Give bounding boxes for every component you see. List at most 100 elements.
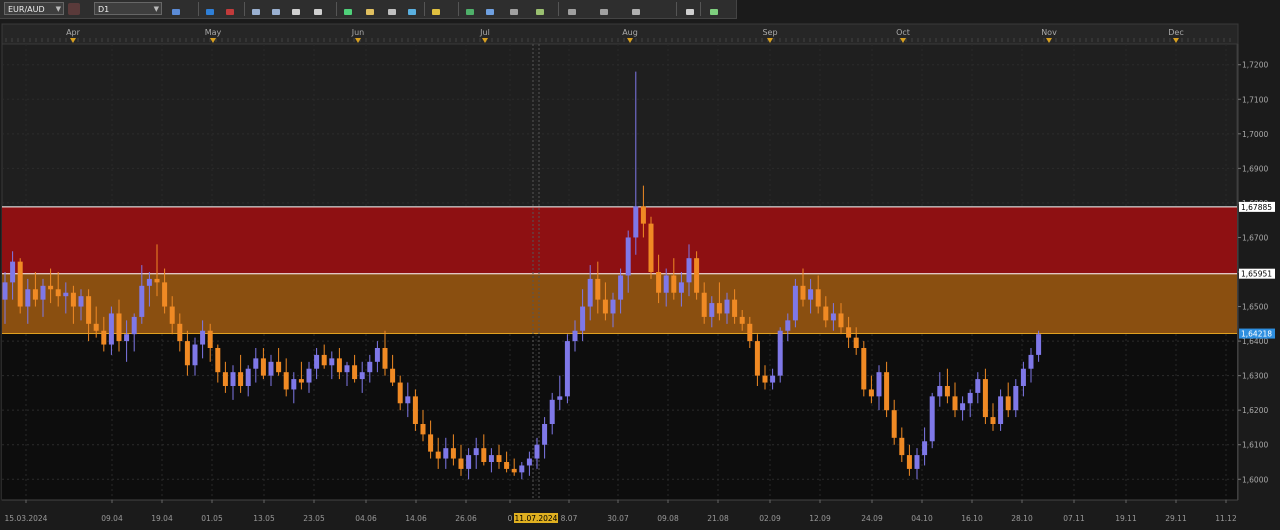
x-tick-label: 12.09 <box>809 514 831 523</box>
toolbar-separator <box>558 2 559 16</box>
candle-body <box>975 379 981 393</box>
link-icon[interactable] <box>68 3 80 15</box>
globe-icon[interactable] <box>406 3 418 15</box>
candle-body <box>838 313 844 328</box>
x-tick-label: 15.03.2024 <box>5 514 48 523</box>
candle-body <box>876 372 882 397</box>
candle-body <box>306 368 312 383</box>
candle-body <box>230 372 236 386</box>
candle-body <box>1036 334 1042 355</box>
y-tick-label: 1,6500 <box>1242 303 1268 312</box>
month-label: Jul <box>479 28 490 37</box>
candle-body <box>922 441 928 456</box>
channel-icon[interactable] <box>534 3 546 15</box>
timeframe-select[interactable]: D1 ▼ <box>94 2 162 15</box>
candle-body <box>314 354 320 369</box>
candle-body <box>762 375 768 383</box>
candle-body <box>382 348 388 369</box>
chart-type-icon[interactable] <box>170 3 182 15</box>
candle-body <box>808 289 814 300</box>
candle-body <box>1005 396 1011 411</box>
candle-body <box>207 330 213 348</box>
candle-body <box>70 292 76 307</box>
eraser-icon[interactable] <box>684 3 696 15</box>
x-tick-label: 19.04 <box>151 514 173 523</box>
candle-body <box>891 410 897 438</box>
x-tick-label: 26.06 <box>455 514 477 523</box>
x-tick-label: 21.08 <box>707 514 729 523</box>
candle-body <box>899 437 905 456</box>
point-icon[interactable] <box>312 3 324 15</box>
candle-body <box>184 341 190 366</box>
x-tick-label: 02.09 <box>759 514 781 523</box>
grid-dots-icon[interactable] <box>708 3 720 15</box>
candle-body <box>580 306 586 331</box>
candle-body <box>428 434 434 452</box>
candle-body <box>884 372 890 411</box>
candle-body <box>344 365 350 373</box>
candle-body <box>200 330 206 345</box>
candle-body <box>329 358 335 366</box>
toolbar-separator <box>700 2 701 16</box>
candle-body <box>78 296 84 307</box>
chevron-down-icon: ▼ <box>153 5 159 13</box>
candle-body <box>222 372 228 386</box>
text-tool-icon[interactable] <box>342 3 354 15</box>
candle-body <box>268 361 274 376</box>
toolbar-separator <box>676 2 677 16</box>
candles-icon[interactable] <box>464 3 476 15</box>
price-chart[interactable]: Apr May Jun Jul Aug Sep Oct Nov Dec 1,6000 1,6100 1… <box>0 20 1280 530</box>
candle-body <box>618 275 624 300</box>
candle-body <box>694 258 700 293</box>
candle-body <box>260 358 266 376</box>
candle-body <box>496 455 502 462</box>
chevron-down-icon: ▼ <box>55 5 61 13</box>
candle-body <box>990 417 996 424</box>
candle-body <box>63 292 69 297</box>
candle-body <box>473 448 479 456</box>
horizontal-line-icon[interactable] <box>204 3 216 15</box>
y-tick-label: 1,6900 <box>1242 164 1268 173</box>
x-tick-label: 07.11 <box>1063 514 1085 523</box>
candle-body <box>215 348 221 373</box>
month-label: Nov <box>1041 28 1057 37</box>
rectangle-zone-icon[interactable] <box>224 3 236 15</box>
candle-body <box>405 396 411 404</box>
y-tick-label: 1,6000 <box>1242 475 1268 484</box>
month-label: Jun <box>351 28 365 37</box>
candle-body <box>732 299 738 317</box>
trendline-icon[interactable] <box>566 3 578 15</box>
candle-body <box>488 455 494 462</box>
candle-body <box>610 299 616 314</box>
pencil-icon[interactable] <box>430 3 442 15</box>
fibonacci-icon[interactable] <box>508 3 520 15</box>
candle-body <box>868 389 874 397</box>
zoom-out-icon[interactable] <box>270 3 282 15</box>
candle-body <box>587 278 593 307</box>
candle-body <box>397 382 403 404</box>
candle-body <box>192 344 198 366</box>
candle-body <box>458 458 464 469</box>
resistance-zone[interactable] <box>2 206 1237 274</box>
arrow-icon[interactable] <box>598 3 610 15</box>
candle-body <box>549 399 555 424</box>
crosshair-date-text: 11.07.2024 <box>515 514 558 523</box>
x-tick-label: 24.09 <box>861 514 883 523</box>
toolbar-separator <box>198 2 199 16</box>
candle-body <box>374 348 380 362</box>
zoom-in-icon[interactable] <box>250 3 262 15</box>
template-icon[interactable] <box>364 3 376 15</box>
month-label: Aug <box>622 28 638 37</box>
x-tick-label: 30.07 <box>607 514 629 523</box>
symbol-select[interactable]: EUR/AUD ▼ <box>4 2 64 15</box>
candle-body <box>640 206 646 224</box>
x-tick-label: 01.05 <box>201 514 223 523</box>
sphere-icon[interactable] <box>630 3 642 15</box>
indicator-table-icon[interactable] <box>484 3 496 15</box>
refresh-icon[interactable] <box>386 3 398 15</box>
candle-body <box>572 330 578 342</box>
candle-body <box>960 403 966 411</box>
cursor-icon[interactable] <box>290 3 302 15</box>
candle-body <box>336 358 342 373</box>
candle-body <box>116 313 122 342</box>
